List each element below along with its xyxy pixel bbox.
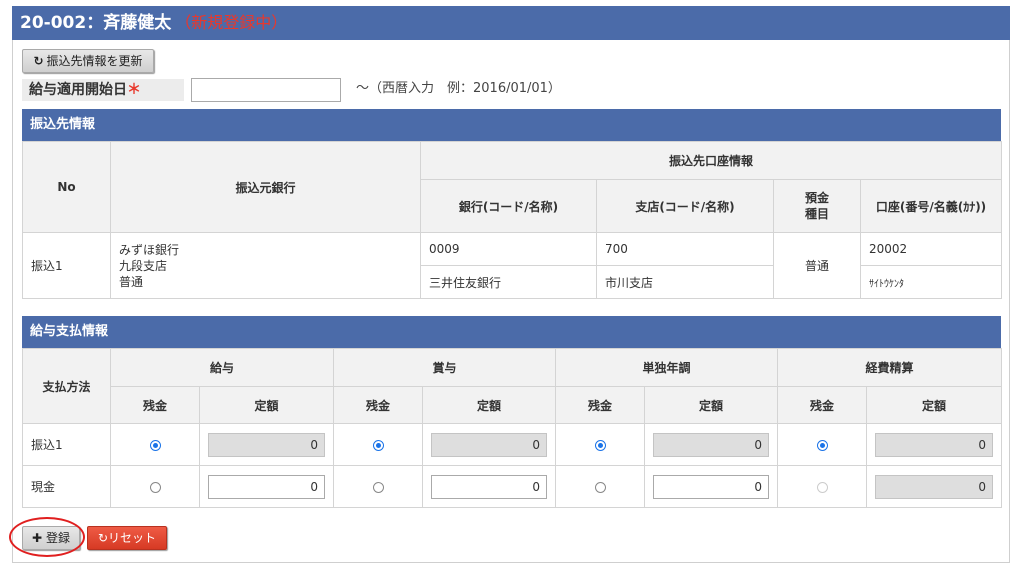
bank-code-cell: 0009: [420, 232, 597, 266]
col-header-branch: 支店(コード/名称): [596, 179, 774, 233]
col-header-source-bank: 振込元銀行: [110, 141, 421, 233]
col-header-balance: 残金: [777, 386, 868, 424]
start-date-label: 給与適用開始日＊: [22, 79, 184, 101]
col-header-bonus: 賞与: [333, 348, 557, 387]
expense-balance-radio-cash: [816, 481, 828, 493]
col-header-deposit-type: 預金種目: [773, 179, 861, 233]
col-header-bank: 銀行(コード/名称): [420, 179, 597, 233]
account-no-cell: 20002: [859, 232, 1003, 266]
registration-status: （新規登録中）: [175, 13, 288, 32]
refresh-button-label: 振込先情報を更新: [46, 54, 143, 68]
reset-button-label: リセット: [108, 531, 157, 545]
adjustment-balance-radio-transfer[interactable]: [594, 439, 606, 451]
bonus-fixed-amount-cash[interactable]: 0: [431, 474, 548, 499]
table-row: 振込1 0 0 0 0: [22, 423, 1003, 466]
branch-code-cell: 700: [596, 232, 774, 266]
adjustment-balance-radio-cash[interactable]: [594, 481, 606, 493]
page-title-bar: 20-002：斉藤健太 （新規登録中）: [12, 6, 1010, 40]
payment-section-heading: 給与支払情報: [22, 316, 1001, 348]
expense-balance-radio-transfer[interactable]: [816, 439, 828, 451]
refresh-icon: ↻: [33, 54, 44, 68]
expense-fixed-amount-transfer: 0: [875, 432, 994, 457]
table-row: 現金 0 0 0 0: [22, 465, 1003, 508]
transfer-no-cell: 振込1: [22, 232, 111, 299]
page-title: 20-002：斉藤健太: [20, 13, 172, 33]
start-date-input[interactable]: [191, 78, 341, 102]
col-header-no: No: [22, 141, 111, 233]
expense-fixed-amount-cash: 0: [875, 474, 994, 499]
deposit-type-cell: 普通: [773, 232, 861, 299]
col-header-account-group: 振込先口座情報: [419, 141, 1003, 180]
payment-method-label: 振込1: [22, 423, 111, 466]
refresh-transfer-info-button[interactable]: ↻ 振込先情報を更新: [22, 49, 154, 73]
salary-fixed-amount-transfer: 0: [208, 432, 326, 457]
bonus-balance-radio-transfer[interactable]: [372, 439, 384, 451]
salary-balance-radio-cash[interactable]: [149, 481, 161, 493]
adjustment-fixed-amount-transfer: 0: [653, 432, 770, 457]
payment-method-label: 現金: [22, 465, 111, 508]
reset-button[interactable]: ↻リセット: [87, 526, 167, 550]
bank-name-cell: 三井住友銀行: [420, 265, 597, 299]
source-branch-name: 九段支店: [119, 258, 168, 273]
start-date-hint: ～（西暦入力 例：2016/01/01）: [356, 81, 561, 96]
adjustment-fixed-amount-cash[interactable]: 0: [653, 474, 770, 499]
col-header-expense-settlement: 経費精算: [777, 348, 1003, 387]
col-header-salary: 給与: [109, 348, 335, 387]
bonus-fixed-amount-transfer: 0: [431, 432, 548, 457]
source-account-type: 普通: [119, 274, 144, 289]
col-header-fixed: 定額: [866, 386, 1003, 424]
col-header-year-end-adjustment: 単独年調: [555, 348, 779, 387]
col-header-fixed: 定額: [422, 386, 557, 424]
col-header-fixed: 定額: [198, 386, 335, 424]
col-header-payment-method: 支払方法: [22, 348, 111, 424]
table-row: 振込1 みずほ銀行 九段支店 普通 0009 700 普通 20002: [22, 232, 1003, 299]
col-header-balance: 残金: [333, 386, 424, 424]
highlight-circle-annotation: [9, 517, 85, 557]
col-header-balance: 残金: [110, 386, 200, 424]
bonus-balance-radio-cash[interactable]: [372, 481, 384, 493]
start-date-label-text: 給与適用開始日: [29, 82, 127, 98]
source-bank-name: みずほ銀行: [119, 242, 180, 257]
payment-table: 支払方法 給与 賞与 単独年調 経費精算 残金 定額 残金 定額 残金 定額 残…: [22, 348, 1003, 508]
salary-balance-radio-transfer[interactable]: [149, 439, 161, 451]
col-header-account: 口座(番号/名義(ｶﾅ)): [859, 179, 1003, 233]
col-header-fixed: 定額: [644, 386, 779, 424]
col-header-balance: 残金: [555, 386, 646, 424]
salary-fixed-amount-cash[interactable]: 0: [208, 474, 326, 499]
account-holder-kana-cell: ｻｲﾄｳｹﾝﾀ: [859, 265, 1003, 299]
source-bank-cell: みずほ銀行 九段支店 普通: [110, 232, 421, 299]
required-mark: ＊: [127, 82, 141, 98]
branch-name-cell: 市川支店: [596, 265, 774, 299]
refresh-icon: ↻: [97, 531, 109, 545]
transfer-table: No 振込元銀行 振込先口座情報 銀行(コード/名称) 支店(コード/名称) 預…: [22, 141, 1003, 299]
transfer-section-heading: 振込先情報: [22, 109, 1001, 141]
